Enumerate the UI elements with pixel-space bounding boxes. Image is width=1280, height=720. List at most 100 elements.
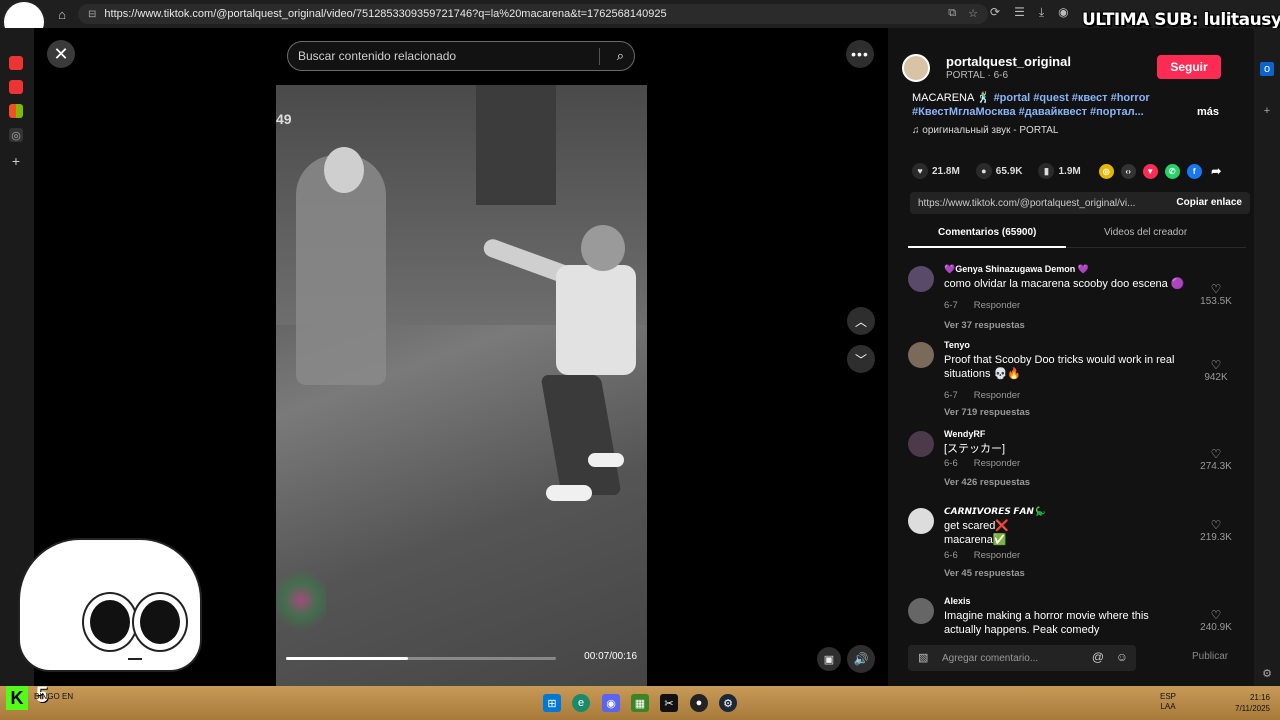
chevron-up-icon: ︿ <box>854 314 867 329</box>
share-icon[interactable]: ➦ <box>1209 164 1224 179</box>
wellness-icon[interactable]: ◎ <box>9 128 23 142</box>
commenter-avatar[interactable] <box>908 342 934 368</box>
reply-button[interactable]: Responder <box>974 458 1020 469</box>
comment-button[interactable]: ● 65.9K <box>975 163 1022 179</box>
add-icon[interactable]: + <box>9 153 23 169</box>
miniplayer-button[interactable]: ▣ <box>817 647 841 671</box>
reply-button[interactable]: Responder <box>974 550 1020 561</box>
sticker-icon[interactable]: ▧ <box>918 651 928 664</box>
capcut-icon[interactable]: ✂ <box>660 694 678 712</box>
search-placeholder: Buscar contenido relacionado <box>298 49 457 63</box>
commenter-avatar[interactable] <box>908 431 934 457</box>
tab-creator-videos[interactable]: Videos del creador <box>1104 227 1187 238</box>
comment-text: como olvidar la macarena scooby doo esce… <box>944 278 1185 290</box>
commenter-avatar[interactable] <box>908 598 934 624</box>
add-icon[interactable]: + <box>1260 104 1274 118</box>
save-button[interactable]: ▮ 1.9M <box>1038 163 1081 179</box>
minecraft-icon[interactable]: ▦ <box>631 694 649 712</box>
profile-icon[interactable]: ◉ <box>1058 5 1068 20</box>
caption-hashtags[interactable]: #КвестМглаМосква #давайквест #портал... <box>912 106 1144 118</box>
emoji-icon[interactable]: ☺ <box>1116 650 1128 664</box>
progress-fill <box>286 657 408 660</box>
comments-list[interactable]: 💜Genya Shinazugawa Demon 💜 como olvidar … <box>888 256 1254 636</box>
taskbar-clock[interactable]: 21:16 7/11/2025 <box>1226 692 1270 714</box>
more-options-button[interactable]: ••• <box>846 40 874 68</box>
search-icon[interactable]: ⌕ <box>617 48 624 64</box>
commenter-avatar[interactable] <box>908 508 934 534</box>
commenter-name[interactable]: Alexis <box>944 596 971 606</box>
volume-button[interactable]: 🔊 <box>847 645 875 673</box>
commenter-avatar[interactable] <box>908 266 934 292</box>
language-indicator[interactable]: ESP LAA <box>1160 692 1176 712</box>
comment-text-line: macarena✅ <box>944 534 1007 546</box>
author-avatar[interactable] <box>902 54 930 82</box>
comment-like-button[interactable]: ♡ 219.3K <box>1198 518 1234 543</box>
close-button[interactable]: ✕ <box>47 40 75 68</box>
caption-more-link[interactable]: más <box>1197 106 1219 118</box>
commenter-name[interactable]: 𝘾𝘼𝙍𝙉𝙄𝙑𝙊𝙍𝙀𝙎 𝙁𝘼𝙉🦕 <box>944 506 1045 517</box>
comment-composer: ▧ Agregar comentario... @ ☺ Publicar <box>908 645 1242 671</box>
comment-date: 6-6 <box>944 458 958 469</box>
obs-icon[interactable]: ● <box>690 694 708 712</box>
commenter-name[interactable]: WendyRF <box>944 429 985 439</box>
outlook-icon[interactable]: o <box>1260 62 1274 76</box>
commenter-name[interactable]: Tenyo <box>944 340 970 350</box>
related-search-input[interactable]: Buscar contenido relacionado ⌕ <box>287 41 635 71</box>
windows-start-icon[interactable]: ⊞ <box>543 694 561 712</box>
tab-comments[interactable]: Comentarios (65900) <box>938 227 1036 238</box>
view-replies-button[interactable]: Ver 37 respuestas <box>944 320 1025 331</box>
video-link-text[interactable]: https://www.tiktok.com/@portalquest_orig… <box>918 198 1135 209</box>
reply-button[interactable]: Responder <box>974 300 1020 311</box>
copy-link-button[interactable]: Copiar enlace <box>1176 197 1242 208</box>
previous-video-button[interactable]: ︿ <box>847 307 875 335</box>
send-to-friends-icon[interactable]: ▼ <box>1142 163 1158 179</box>
next-video-button[interactable]: ﹀ <box>847 345 875 373</box>
comment-like-button[interactable]: ♡ 240.9K <box>1198 608 1234 633</box>
progress-bar[interactable] <box>286 657 556 660</box>
steam-icon[interactable]: ⚙ <box>719 694 737 712</box>
taskbar-bingo-label: BINGO EN <box>34 692 74 701</box>
comment-date: 6-7 <box>944 300 958 311</box>
youtube-icon[interactable] <box>9 56 23 70</box>
repost-icon[interactable]: ◎ <box>1098 163 1114 179</box>
settings-icon[interactable]: ⚙ <box>1260 666 1274 680</box>
view-replies-button[interactable]: Ver 719 respuestas <box>944 407 1030 418</box>
sound-link[interactable]: ♫ оригинальный звук - PORTAL <box>912 125 1058 136</box>
open-in-app-icon[interactable]: ⧉ <box>948 7 956 20</box>
extension-icon[interactable]: ⟳ <box>990 5 1000 20</box>
publish-button[interactable]: Publicar <box>1192 651 1228 662</box>
follow-button[interactable]: Seguir <box>1157 55 1221 79</box>
youtube-icon[interactable] <box>9 80 23 94</box>
view-replies-button[interactable]: Ver 45 respuestas <box>944 568 1025 579</box>
discord-icon[interactable]: ◉ <box>602 694 620 712</box>
commenter-name[interactable]: 💜Genya Shinazugawa Demon 💜 <box>944 264 1089 275</box>
embed-icon[interactable]: ‹› <box>1120 163 1136 179</box>
reply-button[interactable]: Responder <box>974 390 1020 401</box>
home-icon[interactable]: ⌂ <box>52 4 72 24</box>
heart-outline-icon: ♡ <box>1210 447 1222 461</box>
cctv-timestamp: 49 <box>276 111 292 127</box>
comment-like-button[interactable]: ♡ 942K <box>1198 358 1234 383</box>
address-bar[interactable]: ⊟ https://www.tiktok.com/@portalquest_or… <box>78 4 988 24</box>
like-button[interactable]: ♥ 21.8M <box>912 163 960 179</box>
time-display: 00:07/00:16 <box>584 651 637 662</box>
office-icon[interactable] <box>9 104 23 118</box>
favorite-star-icon[interactable]: ☆ <box>968 7 978 20</box>
video-player[interactable]: 49 00:07/00:16 <box>276 85 647 686</box>
bookmark-icon: ▮ <box>1038 163 1055 179</box>
whatsapp-icon[interactable]: ✆ <box>1164 163 1180 179</box>
download-icon[interactable]: ⤓ <box>1039 5 1044 20</box>
edge-browser-icon[interactable]: e <box>572 694 590 712</box>
site-info-icon[interactable]: ⊟ <box>88 9 96 20</box>
comment-like-button[interactable]: ♡ 274.3K <box>1198 447 1234 472</box>
collections-icon[interactable]: ☰ <box>1014 5 1025 20</box>
view-replies-button[interactable]: Ver 426 respuestas <box>944 477 1030 488</box>
comment-input[interactable]: ▧ Agregar comentario... @ ☺ <box>908 645 1136 671</box>
heart-outline-icon: ♡ <box>1210 282 1222 296</box>
comment-like-button[interactable]: ♡ 153.5K <box>1198 282 1234 307</box>
facebook-icon[interactable]: f <box>1186 163 1202 179</box>
stream-overlay-text: ULTIMA SUB: lulitausycita <box>1082 10 1280 30</box>
author-username[interactable]: portalquest_original <box>946 54 1071 69</box>
caption-hashtags[interactable]: #portal #quest #квест #horror <box>994 92 1150 104</box>
mention-icon[interactable]: @ <box>1092 650 1104 664</box>
